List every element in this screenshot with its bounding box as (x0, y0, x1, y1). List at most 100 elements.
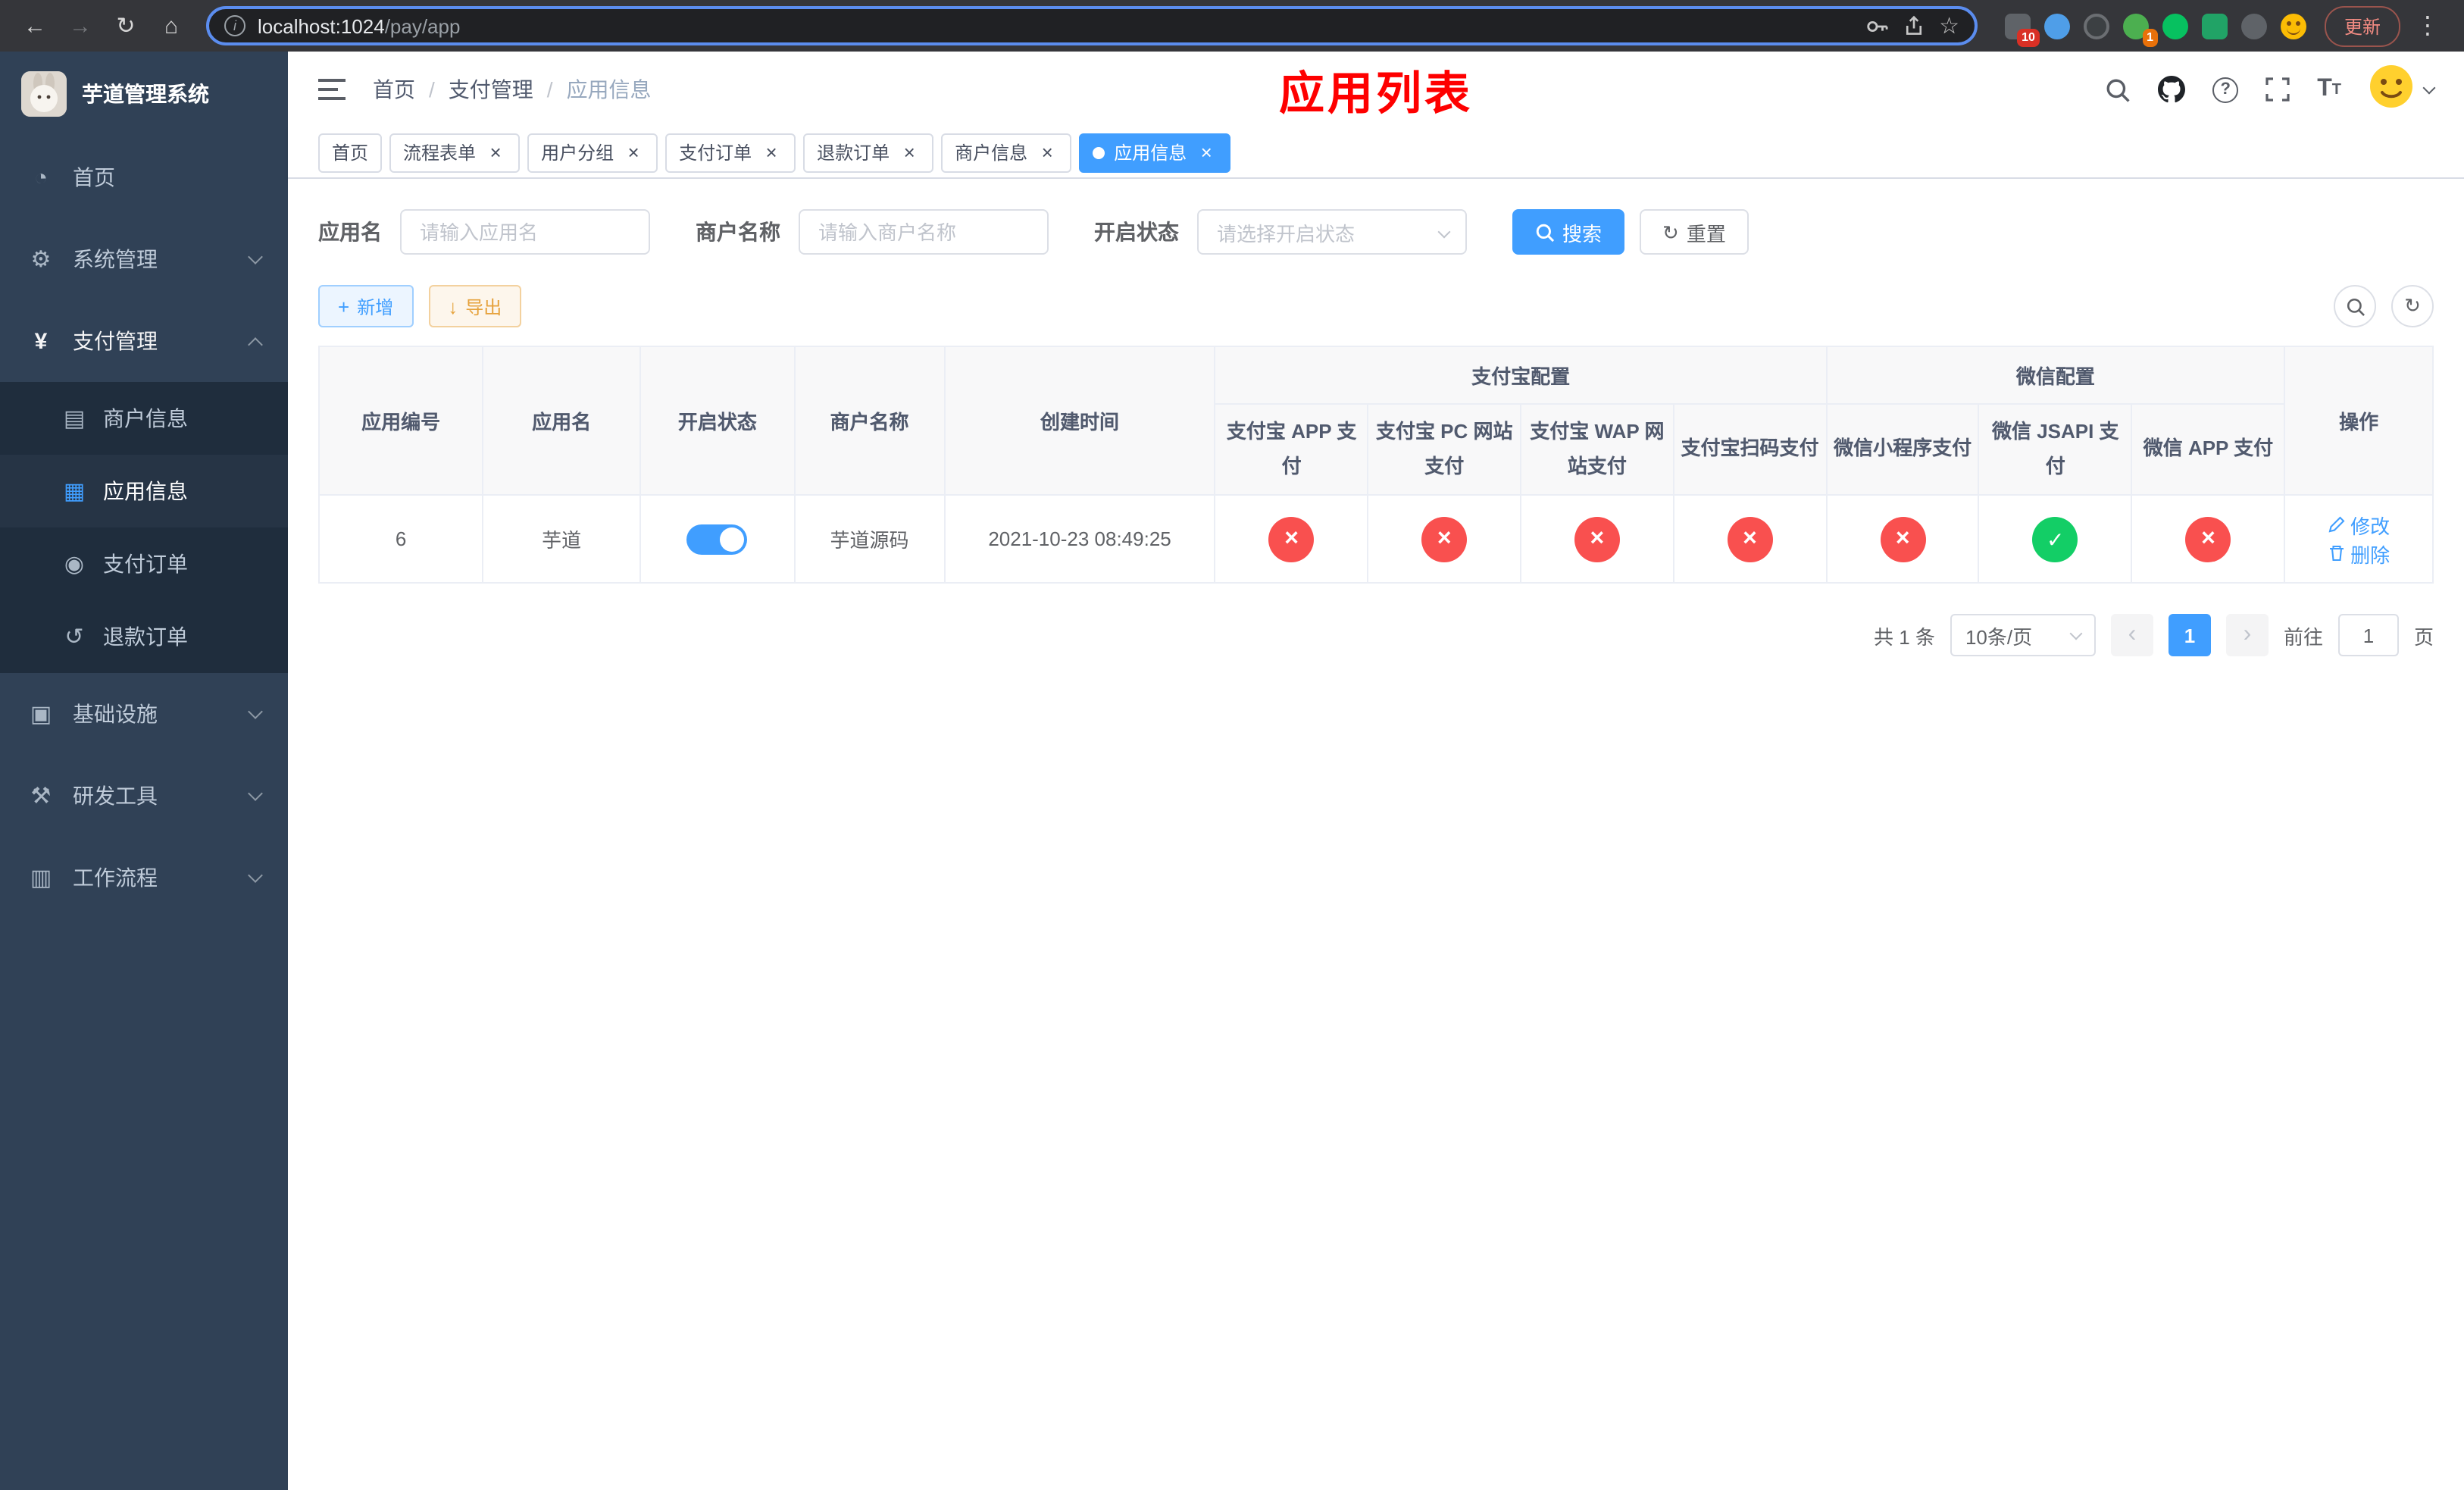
close-icon[interactable] (485, 142, 506, 163)
sidebar-item-payment[interactable]: ¥ 支付管理 (0, 300, 288, 382)
cell-merchant: 芋道源码 (793, 494, 946, 584)
sidebar-item-infra[interactable]: ▣ 基础设施 (0, 673, 288, 755)
sidebar-item-label: 应用信息 (103, 479, 188, 503)
app-name-input[interactable] (400, 209, 650, 255)
alipay-app-status-icon (1268, 516, 1315, 562)
password-key-icon[interactable] (1865, 14, 1887, 37)
delete-link[interactable]: 删除 (2328, 539, 2390, 568)
extension-icon-7[interactable] (2240, 13, 2267, 39)
avatar-caret-icon (2422, 80, 2436, 94)
browser-reload-icon[interactable]: ↻ (106, 6, 145, 45)
close-icon[interactable] (761, 142, 782, 163)
user-avatar-menu[interactable] (2369, 63, 2436, 116)
sidebar-logo[interactable]: 芋道管理系统 (0, 52, 288, 136)
browser-back-icon[interactable]: ← (15, 6, 55, 45)
tab-app-info[interactable]: 应用信息 (1079, 133, 1231, 172)
sidebar-subitem-refund-order[interactable]: ↺ 退款订单 (0, 600, 288, 673)
hamburger-icon[interactable] (318, 79, 346, 100)
sidebar-item-devtools[interactable]: ⚒ 研发工具 (0, 755, 288, 837)
help-icon[interactable] (2212, 77, 2239, 102)
active-tab-dot (1093, 146, 1105, 158)
refresh-button[interactable]: ↻ (2391, 285, 2434, 327)
payment-submenu: ▤ 商户信息 ▦ 应用信息 ◉ 支付订单 ↺ 退款订单 (0, 382, 288, 673)
col-app-name: 应用名 (482, 346, 642, 496)
add-button-label: 新增 (357, 296, 394, 318)
status-select[interactable]: 请选择开启状态 (1197, 209, 1467, 255)
sidebar-item-workflow[interactable]: ▥ 工作流程 (0, 837, 288, 919)
share-icon[interactable] (1903, 15, 1924, 36)
browser-home-icon[interactable]: ⌂ (152, 6, 191, 45)
page-size-select[interactable]: 10条/页 (1950, 614, 2096, 656)
tab-user-group[interactable]: 用户分组 (527, 133, 658, 172)
breadcrumb-home[interactable]: 首页 (373, 74, 415, 105)
next-page-button[interactable]: › (2225, 614, 2269, 656)
search-icon[interactable] (2105, 77, 2131, 102)
col-wx-lite: 微信小程序支付 (1825, 403, 1980, 496)
close-icon[interactable] (1196, 142, 1217, 163)
url-text[interactable]: localhost:1024/pay/app (258, 14, 1853, 37)
close-icon[interactable] (1037, 142, 1058, 163)
tab-home[interactable]: 首页 (318, 133, 383, 172)
browser-menu-icon[interactable]: ⋮ (2406, 11, 2449, 41)
extension-icon-6[interactable] (2201, 13, 2228, 39)
status-toggle[interactable] (686, 524, 748, 554)
browser-update-button[interactable]: 更新 (2324, 5, 2400, 46)
close-icon[interactable] (899, 142, 920, 163)
wx-jsapi-status-icon (2032, 516, 2078, 562)
export-button[interactable]: ↓ 导出 (428, 285, 522, 327)
edit-link[interactable]: 修改 (2328, 510, 2390, 539)
col-status: 开启状态 (639, 346, 796, 496)
emoji-extension-icon[interactable] (2280, 13, 2306, 39)
merchant-card-icon: ▤ (63, 406, 86, 432)
col-wx-app: 微信 APP 支付 (2131, 403, 2286, 496)
app-name-label: 应用名 (318, 220, 382, 244)
tab-pay-order[interactable]: 支付订单 (665, 133, 796, 172)
download-icon: ↓ (448, 295, 458, 318)
reset-button[interactable]: ↻ 重置 (1640, 209, 1749, 255)
sidebar-subitem-merchant-info[interactable]: ▤ 商户信息 (0, 382, 288, 455)
bookmark-star-icon[interactable]: ☆ (1939, 14, 1959, 37)
extension-icon-3[interactable] (2083, 13, 2109, 39)
col-alipay-app: 支付宝 APP 支付 (1214, 403, 1369, 496)
github-icon[interactable] (2158, 76, 2186, 103)
tab-process-form[interactable]: 流程表单 (389, 133, 521, 172)
sidebar-subitem-app-info[interactable]: ▦ 应用信息 (0, 455, 288, 527)
address-bar[interactable]: i localhost:1024/pay/app ☆ (206, 6, 1978, 45)
extension-icon-5[interactable] (2162, 13, 2188, 39)
wx-app-status-icon (2185, 516, 2231, 562)
url-path: /pay/app (384, 14, 461, 37)
chevron-down-icon (248, 867, 263, 882)
breadcrumb-payment[interactable]: 支付管理 (449, 74, 533, 105)
extension-icon-4[interactable]: 1 (2122, 13, 2158, 46)
avatar (2369, 63, 2414, 116)
status-select-placeholder: 请选择开启状态 (1217, 222, 1356, 245)
search-button[interactable]: 搜索 (1512, 209, 1625, 255)
tab-merchant-info[interactable]: 商户信息 (941, 133, 1072, 172)
add-button[interactable]: + 新增 (318, 285, 414, 327)
gear-icon: ⚙ (30, 247, 52, 273)
navbar: 首页 / 支付管理 / 应用信息 应用列表 (288, 52, 2464, 127)
tab-label: 首页 (332, 142, 369, 164)
extension-icon-2[interactable] (2043, 13, 2070, 39)
prev-page-button[interactable]: ‹ (2110, 614, 2153, 656)
close-icon[interactable] (623, 142, 644, 163)
yen-icon: ¥ (34, 328, 48, 354)
sidebar-item-home[interactable]: ◔ 首页 (0, 136, 288, 218)
fullscreen-icon[interactable] (2265, 77, 2290, 102)
current-page-button[interactable]: 1 (2168, 614, 2211, 656)
extension-icon-1[interactable]: 10 (2004, 13, 2040, 46)
cell-app-id: 6 (317, 494, 484, 584)
font-size-icon[interactable] (2317, 76, 2341, 103)
sidebar-subitem-pay-order[interactable]: ◉ 支付订单 (0, 527, 288, 600)
goto-page-input[interactable] (2337, 614, 2399, 656)
browser-toolbar: ← → ↻ ⌂ i localhost:1024/pay/app ☆ 10 1 (0, 0, 2464, 52)
sidebar-item-system[interactable]: ⚙ 系统管理 (0, 218, 288, 300)
col-alipay-wap: 支付宝 WAP 网站支付 (1520, 403, 1674, 496)
tab-refund-order[interactable]: 退款订单 (803, 133, 934, 172)
sidebar-item-label: 研发工具 (73, 784, 158, 808)
toggle-search-button[interactable] (2334, 285, 2376, 327)
page-title: 应用列表 (1279, 70, 1473, 120)
site-info-icon[interactable]: i (224, 15, 245, 36)
merchant-name-input[interactable] (799, 209, 1049, 255)
browser-forward-icon[interactable]: → (61, 6, 100, 45)
